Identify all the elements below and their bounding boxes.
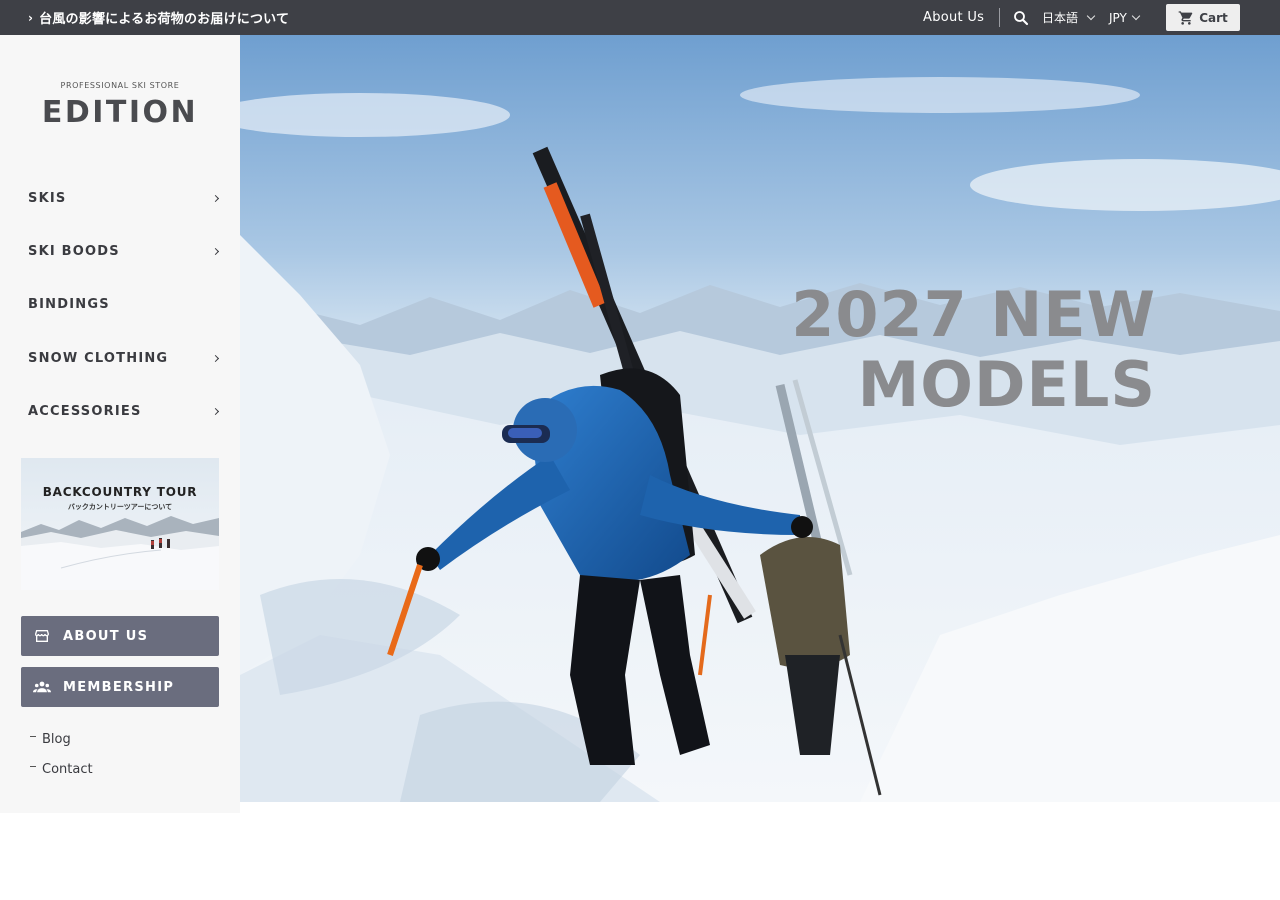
nav-item-ski-boods[interactable]: SKI BOODS: [28, 236, 224, 266]
membership-label: MEMBERSHIP: [63, 679, 175, 695]
backcountry-tour-banner[interactable]: BACKCOUNTRY TOUR バックカントリーツアーについて: [21, 458, 219, 590]
banner-subtitle: バックカントリーツアーについて: [67, 503, 173, 511]
nav-item-label: SKIS: [28, 190, 67, 206]
chevron-right-icon: [211, 407, 220, 415]
hero-title: 2027 NEW MODELS: [791, 280, 1156, 420]
chevron-right-icon: [211, 247, 220, 255]
hero-title-line1: 2027 NEW: [791, 278, 1156, 351]
top-bar: › 台風の影響によるお荷物のお届けについて About Us 日本語 JPY C…: [0, 0, 1280, 35]
about-us-link[interactable]: About Us: [923, 0, 984, 35]
dash-icon: [30, 736, 36, 737]
chevron-right-icon: [211, 194, 220, 202]
currency-select[interactable]: JPY: [1109, 0, 1141, 35]
language-select[interactable]: 日本語: [1042, 0, 1096, 35]
hero-banner[interactable]: 2027 NEW MODELS: [240, 35, 1280, 802]
about-us-label: ABOUT US: [63, 628, 149, 644]
people-icon: [21, 680, 63, 694]
chevron-right-icon: [211, 354, 220, 362]
nav-item-label: ACCESSORIES: [28, 403, 142, 419]
nav-item-label: SNOW CLOTHING: [28, 350, 169, 366]
announcement-text: 台風の影響によるお荷物のお届けについて: [39, 12, 290, 27]
about-us-button[interactable]: ABOUT US: [21, 616, 219, 656]
nav-item-skis[interactable]: SKIS: [28, 183, 224, 213]
cart-label: Cart: [1199, 10, 1228, 25]
contact-link[interactable]: Contact: [30, 762, 93, 777]
membership-button[interactable]: MEMBERSHIP: [21, 667, 219, 707]
chevron-down-icon: [1131, 11, 1141, 20]
contact-label: Contact: [42, 762, 93, 777]
dash-icon: [30, 766, 36, 767]
language-value: 日本語: [1042, 11, 1079, 25]
search-icon[interactable]: [1012, 9, 1030, 27]
store-icon: [21, 628, 63, 644]
logo[interactable]: EDITION: [0, 95, 240, 130]
nav-item-snow-clothing[interactable]: SNOW CLOTHING: [28, 343, 224, 373]
divider: [999, 8, 1000, 27]
cart-icon: [1178, 10, 1193, 25]
nav-item-label: BINDINGS: [28, 296, 110, 312]
blog-link[interactable]: Blog: [30, 732, 71, 747]
nav-item-bindings[interactable]: BINDINGS: [28, 289, 224, 319]
logo-tagline: PROFESSIONAL SKI STORE: [60, 81, 180, 90]
banner-title: BACKCOUNTRY TOUR: [42, 485, 198, 499]
cart-button[interactable]: Cart: [1166, 4, 1240, 31]
banner-image: [21, 458, 219, 590]
blog-label: Blog: [42, 732, 71, 747]
sidebar: PROFESSIONAL SKI STORE EDITION SKIS SKI …: [0, 35, 240, 813]
nav-item-label: SKI BOODS: [28, 243, 120, 259]
chevron-right-icon: ›: [28, 10, 34, 25]
currency-value: JPY: [1109, 10, 1127, 25]
announcement-link[interactable]: › 台風の影響によるお荷物のお届けについて: [28, 0, 289, 35]
nav-item-accessories[interactable]: ACCESSORIES: [28, 396, 224, 426]
chevron-down-icon: [1086, 11, 1096, 20]
hero-title-line2: MODELS: [857, 348, 1156, 421]
